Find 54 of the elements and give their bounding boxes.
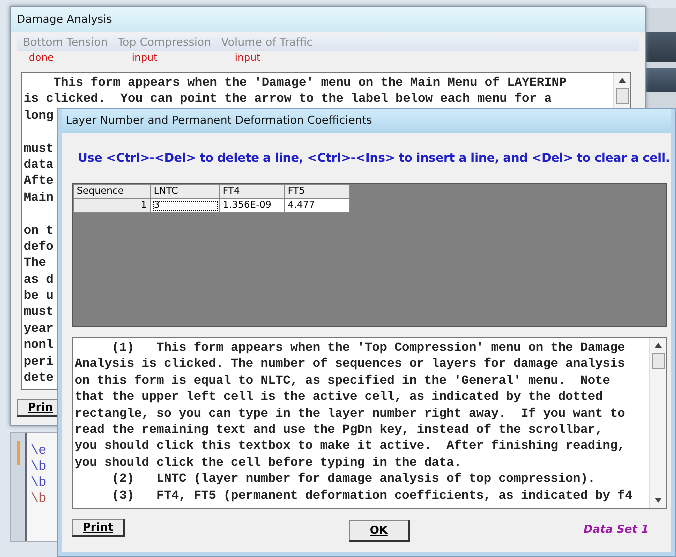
column-header: FT4 bbox=[220, 184, 284, 198]
text-line: defo bbox=[24, 238, 54, 256]
text-line: year bbox=[24, 320, 54, 338]
help-textbox[interactable] bbox=[72, 337, 667, 509]
text-line: data bbox=[24, 156, 54, 174]
text-line: must bbox=[24, 304, 54, 321]
text-line: long bbox=[24, 108, 54, 124]
print-button[interactable]: Print bbox=[72, 519, 126, 537]
scroll-thumb[interactable] bbox=[652, 353, 664, 369]
status-label: input bbox=[131, 53, 159, 64]
text-line: This form appears when the 'Damage' menu on the Main Menu of LAYERINP bbox=[52, 75, 567, 92]
column-header: Sequence bbox=[74, 184, 150, 198]
text-line: peri bbox=[24, 354, 54, 370]
code-line: \e bbox=[31, 443, 47, 459]
text-line: (1) This form appears when the 'Top Compression' menu on the Damage bbox=[111, 340, 626, 356]
text-line: that the upper left cell is the active cell, as indicated by the dotted bbox=[75, 389, 604, 406]
scroll-up-icon[interactable] bbox=[654, 342, 662, 349]
text-line: on t bbox=[24, 222, 54, 239]
column-header: LNTC bbox=[150, 184, 220, 198]
code-line: \b bbox=[31, 491, 47, 507]
instruction-text: Use <Ctrl>-<Del> to delete a line, <Ctrl>-<Ins> to insert a line, and <Del> to clear a cell. bbox=[78, 151, 667, 165]
text-line: Analysis is clicked. The number of sequences or layers for damage analysis bbox=[75, 356, 626, 373]
data-set-label: Data Set 1 bbox=[584, 523, 649, 536]
scrollbar[interactable] bbox=[649, 338, 666, 508]
code-line: \b bbox=[31, 459, 47, 475]
text-line: read the remaining text and use the PgDn key, instead of the scrollbar, bbox=[75, 422, 604, 438]
window-title: Damage Analysis bbox=[11, 7, 645, 32]
code-line: \b bbox=[31, 475, 47, 491]
status-label: done bbox=[29, 53, 55, 64]
text-line: you should click the cell before typing in the data. bbox=[75, 454, 463, 472]
scroll-thumb[interactable] bbox=[616, 88, 628, 104]
text-line: dete bbox=[24, 370, 54, 386]
table-cell[interactable]: 4.477 bbox=[284, 198, 350, 212]
table-cell[interactable]: 1 bbox=[74, 198, 150, 212]
text-line: as d bbox=[24, 272, 54, 288]
window-title: Layer Number and Permanent Deformation Coefficients bbox=[62, 109, 671, 133]
status-label: input bbox=[234, 53, 262, 64]
text-line: you should click this textbox to make it active. After finishing reading, bbox=[75, 438, 626, 455]
table-cell[interactable]: 1.356E-09 bbox=[220, 198, 284, 212]
text-line: rectangle, so you can type in the layer number right away. If you want to bbox=[75, 406, 626, 422]
text-line: is clicked. You can point the arrow to the label below each menu for a bbox=[24, 91, 552, 108]
text-line: Afte bbox=[24, 173, 54, 190]
scroll-down-icon[interactable] bbox=[654, 497, 662, 504]
text-line: (2) LNTC (layer number for damage analysis of top compression). bbox=[111, 471, 596, 488]
ok-button[interactable]: OK bbox=[349, 520, 410, 542]
text-line: be u bbox=[24, 288, 54, 304]
text-line: nonl bbox=[24, 337, 54, 354]
text-line: must bbox=[24, 140, 54, 157]
text-line: (3) FT4, FT5 (permanent deformation coefficients, as indicated by f4 bbox=[111, 488, 634, 504]
text-line: on this form is equal to NLTC, as specified in the 'General' menu. Note bbox=[75, 372, 612, 390]
text-line: The bbox=[24, 255, 46, 272]
text-line: Main bbox=[24, 190, 54, 206]
scroll-up-icon[interactable] bbox=[618, 77, 626, 84]
column-header: FT5 bbox=[284, 184, 350, 198]
